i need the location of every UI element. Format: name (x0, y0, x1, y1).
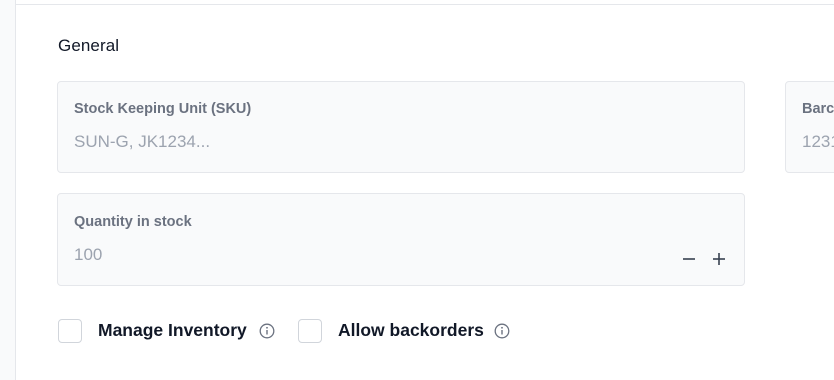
sku-field[interactable]: Stock Keeping Unit (SKU) (57, 81, 745, 173)
minus-icon (683, 258, 695, 260)
quantity-label: Quantity in stock (74, 214, 192, 230)
section-title: General (58, 36, 120, 55)
manage-inventory-label: Manage Inventory (98, 320, 247, 340)
barcode-label: Barc (802, 101, 834, 117)
top-divider (16, 4, 834, 5)
quantity-stepper[interactable]: Quantity in stock (57, 193, 745, 286)
sku-label: Stock Keeping Unit (SKU) (74, 101, 252, 117)
allow-backorders-label: Allow backorders (338, 320, 484, 340)
allow-backorders-checkbox[interactable] (298, 319, 322, 343)
decrement-button[interactable] (678, 248, 700, 270)
increment-button[interactable] (708, 248, 730, 270)
sidebar-edge (0, 0, 16, 380)
inventory-general-panel: General Stock Keeping Unit (SKU) Barc Qu… (0, 0, 834, 380)
info-icon[interactable] (494, 323, 510, 339)
plus-icon (713, 253, 725, 265)
barcode-field[interactable]: Barc (785, 81, 834, 173)
manage-inventory-checkbox[interactable] (58, 319, 82, 343)
info-icon[interactable] (259, 323, 275, 339)
sku-input[interactable] (74, 131, 724, 153)
quantity-input[interactable] (74, 244, 654, 266)
barcode-input[interactable] (802, 131, 834, 153)
